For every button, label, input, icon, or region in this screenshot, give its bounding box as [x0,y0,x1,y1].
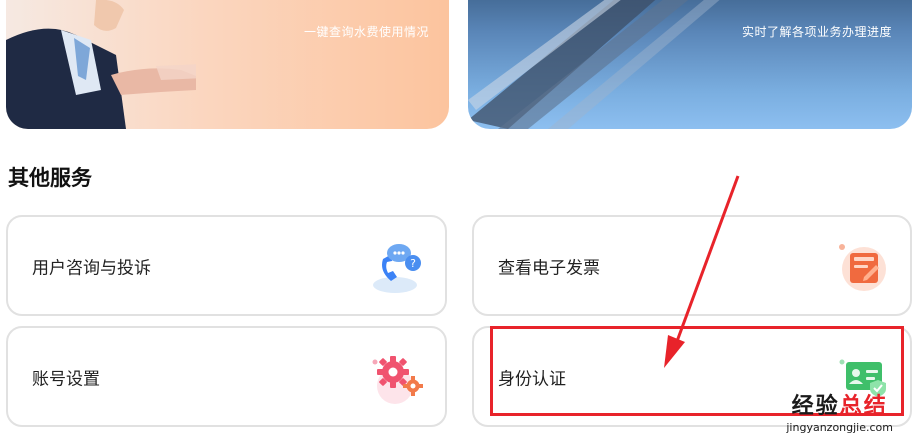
service-staff-image [6,0,196,129]
watermark-title: 经验总结 [786,388,893,420]
watermark-title-b: 总结 [839,394,888,419]
customer-service-icon: ? [373,243,421,293]
banner-caption: 一键查询水费使用情况 [303,25,429,39]
section-title: 其他服务 [8,166,92,190]
watermark: 经验总结 jingyanzongjie.com [786,388,893,434]
settings-gear-icon [372,355,423,404]
service-label: 查看电子发票 [498,258,600,278]
water-usage-banner[interactable]: 一键查询水费使用情况 [6,0,449,129]
service-label: 账号设置 [32,369,100,389]
watermark-title-a: 经验 [791,394,840,419]
watermark-url: jingyanzongjie.com [786,421,893,434]
service-card-consult-complaint[interactable]: 用户咨询与投诉 ? [6,215,447,316]
water-facility-image [468,0,720,129]
service-label: 身份认证 [498,369,566,389]
svg-text:?: ? [410,257,416,270]
service-card-e-invoice[interactable]: 查看电子发票 [472,215,912,316]
business-progress-banner[interactable]: 实时了解各项业务办理进度 [468,0,912,129]
service-label: 用户咨询与投诉 [32,258,151,278]
banner-caption: 实时了解各项业务办理进度 [741,25,892,39]
invoice-icon [839,243,886,291]
service-card-account-settings[interactable]: 账号设置 [6,326,447,427]
